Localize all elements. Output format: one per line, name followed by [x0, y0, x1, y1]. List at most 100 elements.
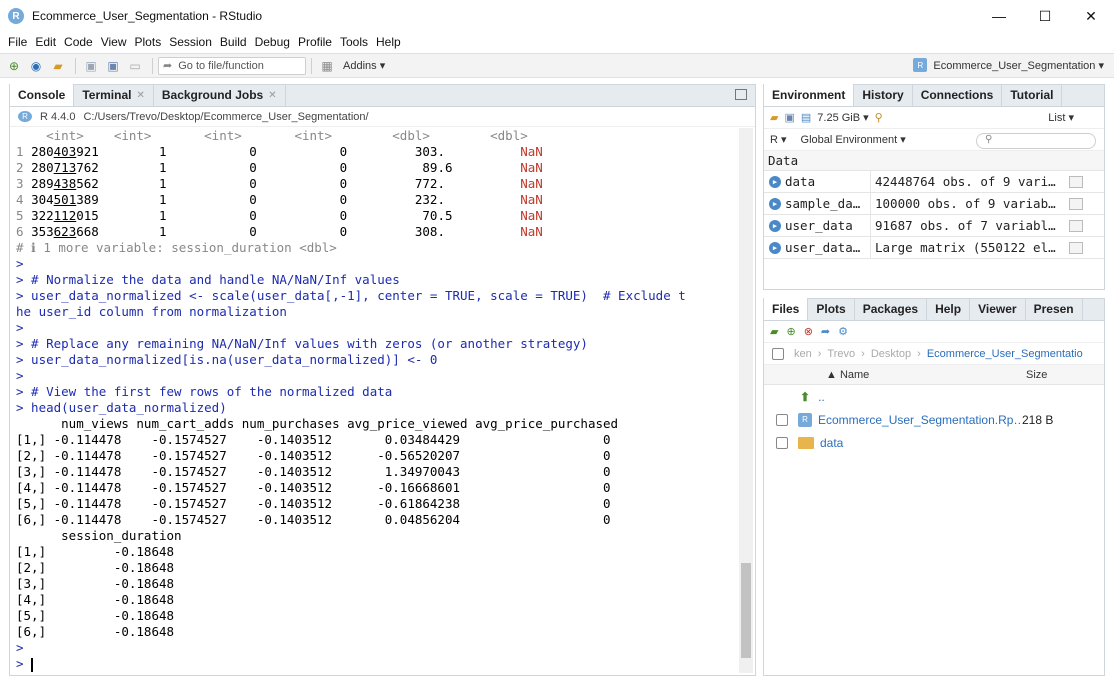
list-view-menu[interactable]: List ▾: [1048, 111, 1074, 124]
project-menu[interactable]: R Ecommerce_User_Segmentation ▾: [913, 58, 1104, 72]
tab-files[interactable]: Files: [764, 298, 809, 320]
row-values: 1 0 0 772.: [98, 176, 521, 191]
tab-packages[interactable]: Packages: [855, 298, 928, 320]
menu-view[interactable]: View: [97, 35, 131, 49]
new-blank-file-icon[interactable]: ⊕: [786, 325, 795, 338]
env-row[interactable]: ▶ user_data 91687 obs. of 7 variabl…: [764, 214, 1104, 237]
env-var-value: Large matrix (550122 el…: [875, 239, 1056, 255]
menu-edit[interactable]: Edit: [31, 35, 60, 49]
tab-environment[interactable]: Environment: [764, 84, 855, 106]
file-row[interactable]: R Ecommerce_User_Segmentation.Rp… 218 B: [764, 408, 1104, 431]
language-select[interactable]: R ▾: [770, 133, 787, 146]
menu-session[interactable]: Session: [165, 35, 216, 49]
row-index: 1: [16, 144, 32, 159]
tab-presentation[interactable]: Presen: [1026, 298, 1083, 320]
menu-build[interactable]: Build: [216, 35, 251, 49]
delete-file-icon[interactable]: ⊗: [804, 325, 813, 338]
breadcrumb-item[interactable]: ken: [794, 348, 812, 360]
tab-help[interactable]: Help: [927, 298, 971, 320]
view-table-icon[interactable]: [1069, 197, 1083, 210]
select-all-checkbox[interactable]: [772, 347, 784, 360]
tab-terminal[interactable]: Terminal ✕: [74, 84, 154, 106]
goto-file-input[interactable]: ➦ Go to file/function: [158, 56, 306, 75]
tab-background-jobs[interactable]: Background Jobs ✕: [154, 84, 286, 106]
environment-search-input[interactable]: ⚲: [976, 133, 1096, 149]
name-column-header[interactable]: ▲ Name: [826, 369, 1026, 381]
expand-icon[interactable]: ▶: [769, 175, 781, 188]
view-table-icon[interactable]: [1069, 241, 1083, 254]
file-checkbox[interactable]: [776, 436, 788, 449]
file-name[interactable]: Ecommerce_User_Segmentation.Rp…: [818, 413, 1022, 427]
menu-help[interactable]: Help: [372, 35, 405, 49]
expand-icon[interactable]: ▶: [769, 219, 781, 232]
console-line: >: [16, 640, 24, 655]
tab-console[interactable]: Console: [10, 84, 75, 106]
close-icon[interactable]: ✕: [136, 90, 144, 101]
breadcrumb-item[interactable]: Desktop: [871, 348, 911, 360]
console-tab-bar: Console Terminal ✕ Background Jobs ✕: [10, 84, 755, 107]
load-workspace-icon[interactable]: ▰: [770, 111, 778, 124]
memory-usage[interactable]: 7.25 GiB ▾: [817, 111, 868, 124]
tab-plots[interactable]: Plots: [808, 298, 855, 320]
expand-icon[interactable]: ▶: [769, 241, 781, 254]
menu-profile[interactable]: Profile: [294, 35, 336, 49]
console-table-row: 3 289438562 1 0 0 772. NaN: [16, 176, 738, 192]
close-button[interactable]: ✕: [1068, 0, 1114, 32]
scope-select[interactable]: Global Environment ▾: [801, 133, 906, 146]
console-line: > head(user_data_normalized): [16, 400, 227, 415]
view-table-icon[interactable]: [1069, 175, 1083, 188]
more-gear-icon[interactable]: ⚙: [838, 325, 848, 338]
tab-connections[interactable]: Connections: [913, 84, 1003, 106]
menu-debug[interactable]: Debug: [251, 35, 294, 49]
menu-file[interactable]: File: [4, 35, 31, 49]
new-file-icon[interactable]: ⊕: [4, 57, 24, 75]
close-icon[interactable]: ✕: [268, 90, 276, 101]
breadcrumb-current[interactable]: Ecommerce_User_Segmentatio: [927, 348, 1083, 360]
scrollbar-thumb[interactable]: [741, 563, 751, 658]
tab-viewer[interactable]: Viewer: [970, 298, 1026, 320]
console-output[interactable]: <int> <int> <int> <int> <dbl> <dbl> 1 280…: [10, 128, 738, 675]
tab-label: Tutorial: [1010, 88, 1054, 102]
menu-plots[interactable]: Plots: [131, 35, 166, 49]
save-workspace-icon[interactable]: ▣: [784, 111, 794, 124]
pane-layout-icon[interactable]: ▦: [317, 57, 337, 75]
addins-menu[interactable]: Addins ▾: [343, 59, 385, 72]
env-row[interactable]: ▶ sample_da… 100000 obs. of 9 variab…: [764, 192, 1104, 215]
env-row[interactable]: ▶ user_data… Large matrix (550122 el…: [764, 236, 1104, 259]
title-bar: R Ecommerce_User_Segmentation - RStudio …: [0, 0, 1114, 32]
new-folder-icon[interactable]: ▰: [770, 325, 778, 338]
user-id-prefix: 280: [31, 160, 54, 175]
restore-pane-icon[interactable]: [735, 89, 747, 100]
new-project-icon[interactable]: ◉: [26, 57, 46, 75]
parent-dir-row[interactable]: ⬆ ..: [764, 385, 1104, 408]
text-cursor: [31, 657, 34, 672]
file-checkbox[interactable]: [776, 413, 788, 426]
working-directory[interactable]: C:/Users/Trevo/Desktop/Ecommerce_User_Se…: [83, 111, 368, 123]
breadcrumb-item[interactable]: Trevo: [827, 348, 855, 360]
user-id-middle: 713: [53, 160, 77, 175]
parent-dir-label[interactable]: ..: [818, 390, 825, 404]
minimize-button[interactable]: —: [976, 0, 1022, 32]
menu-code[interactable]: Code: [60, 35, 97, 49]
save-all-icon[interactable]: ▣: [103, 57, 123, 75]
import-dataset-icon[interactable]: ▤: [801, 111, 811, 124]
maximize-button[interactable]: ☐: [1022, 0, 1068, 32]
expand-icon[interactable]: ▶: [769, 197, 781, 210]
console-scrollbar[interactable]: [739, 128, 753, 673]
print-icon[interactable]: ▭: [125, 57, 145, 75]
window-title: Ecommerce_User_Segmentation - RStudio: [32, 9, 263, 23]
env-row[interactable]: ▶ data 42448764 obs. of 9 vari…: [764, 170, 1104, 193]
clear-broom-icon[interactable]: ⚲: [875, 111, 883, 124]
view-table-icon[interactable]: [1069, 219, 1083, 232]
menu-tools[interactable]: Tools: [336, 35, 372, 49]
file-name[interactable]: data: [820, 436, 843, 450]
file-row[interactable]: data: [764, 431, 1104, 454]
menu-bar: File Edit Code View Plots Session Build …: [0, 32, 1114, 52]
save-icon[interactable]: ▣: [81, 57, 101, 75]
size-column-header[interactable]: Size: [1026, 369, 1047, 381]
open-file-icon[interactable]: ▰: [48, 57, 68, 75]
tab-history[interactable]: History: [854, 84, 913, 106]
user-id-middle: 403: [53, 144, 77, 159]
rename-file-icon[interactable]: ➦: [821, 325, 830, 338]
tab-tutorial[interactable]: Tutorial: [1002, 84, 1063, 106]
